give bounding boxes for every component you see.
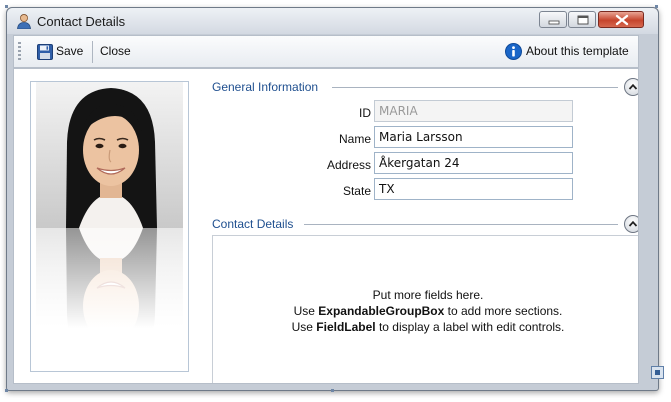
id-field[interactable]: MARIA	[374, 100, 573, 122]
name-label: Name	[338, 132, 371, 146]
user-icon	[17, 14, 31, 29]
group-divider	[332, 87, 618, 88]
hint-line-3: Use FieldLabel to display a label with e…	[291, 320, 565, 334]
floppy-disk-icon[interactable]	[37, 44, 53, 60]
contact-photo	[36, 82, 183, 371]
resize-handle[interactable]	[651, 366, 664, 379]
close-button[interactable]: Close	[100, 44, 131, 58]
toolbar-grip[interactable]	[18, 42, 21, 62]
window-title: Contact Details	[37, 14, 126, 29]
form-area: General Information ID MARIA Name Maria …	[13, 68, 639, 384]
chevron-up-icon	[628, 83, 638, 90]
state-label: State	[342, 184, 371, 198]
contact-details-expander[interactable]	[624, 215, 638, 233]
selection-handle[interactable]	[5, 5, 8, 8]
toolbar-separator	[92, 41, 93, 63]
selection-handle[interactable]	[655, 5, 658, 8]
maximize-button[interactable]	[568, 11, 596, 28]
minimize-icon	[548, 20, 560, 25]
minimize-button[interactable]	[539, 11, 567, 28]
save-button[interactable]: Save	[56, 44, 83, 58]
state-field[interactable]: TX	[374, 178, 573, 200]
contact-photo-frame	[30, 81, 189, 372]
about-template-link[interactable]: About this template	[526, 44, 629, 58]
toolbar: Save Close About this template	[13, 35, 639, 68]
contact-details-window: Contact Details Save Close About this te…	[6, 7, 659, 391]
hint-line-2: Use ExpandableGroupBox to add more secti…	[293, 304, 563, 318]
maximize-icon	[577, 15, 589, 25]
info-icon[interactable]	[505, 43, 522, 60]
close-icon	[615, 14, 629, 26]
id-label: ID	[359, 106, 371, 120]
hint-line-1: Put more fields here.	[372, 288, 484, 302]
general-information-expander[interactable]	[624, 78, 638, 96]
contact-details-title: Contact Details	[212, 217, 294, 231]
address-label: Address	[326, 158, 371, 172]
general-information-title: General Information	[212, 80, 319, 94]
selection-handle[interactable]	[331, 389, 334, 392]
name-field[interactable]: Maria Larsson	[374, 126, 573, 148]
chevron-up-icon	[628, 220, 638, 227]
selection-handle[interactable]	[5, 389, 8, 392]
contact-details-content: Put more fields here. Use ExpandableGrou…	[212, 235, 638, 383]
close-window-button[interactable]	[598, 11, 644, 28]
title-bar[interactable]: Contact Details	[7, 8, 658, 34]
group-divider	[304, 224, 618, 225]
address-field[interactable]: Åkergatan 24	[374, 152, 573, 174]
